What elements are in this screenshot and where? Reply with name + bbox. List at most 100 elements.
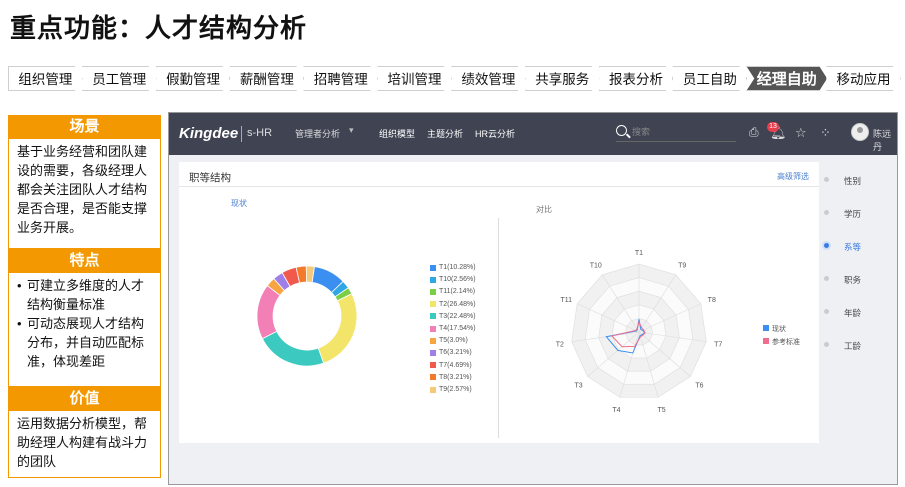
dimension-nav-item[interactable]: 职务 <box>824 274 894 307</box>
dimension-nav-label: 职务 <box>844 275 862 285</box>
radar-axis-label: T5 <box>657 407 665 414</box>
radar-chart: T1 T9 T8 T7 T6 T5 T4 T3 T2 T11 T10 现状参考标准 <box>556 250 800 414</box>
dimension-nav-label: 性别 <box>844 176 862 186</box>
legend-item[interactable]: T4(17.54%) <box>430 325 476 332</box>
current-subtitle: 现状 <box>231 199 247 208</box>
legend-item[interactable]: T3(22.48%) <box>430 313 476 320</box>
dimension-nav-label: 年龄 <box>844 308 862 318</box>
radar-legend-swatch <box>763 338 769 344</box>
radar-axis-label: T9 <box>678 263 686 270</box>
legend-swatch <box>430 386 436 393</box>
app-topbar: Kingdee s-HR 管理者分析 ▾ 组织模型 主题分析 HR云分析 搜索 … <box>169 113 897 155</box>
legend-swatch <box>430 288 436 295</box>
dot-icon <box>824 309 829 314</box>
legend-swatch <box>430 264 436 271</box>
tab-org-model[interactable]: 组织模型 <box>379 127 415 140</box>
radar-axis-label: T1 <box>635 250 643 257</box>
avatar[interactable] <box>851 123 869 141</box>
nav-item[interactable]: 共享服务 <box>525 66 600 91</box>
dimension-nav-item[interactable]: 学历 <box>824 208 894 241</box>
legend-item[interactable]: T10(2.56%) <box>430 276 476 283</box>
search-icon <box>616 125 627 136</box>
features-list: 可建立多维度的人才结构衡量标准 可动态展现人才结构分布，并自动匹配标准，体现差距 <box>8 273 161 387</box>
dot-icon <box>824 177 829 182</box>
legend-item[interactable]: T11(2.14%) <box>430 288 475 295</box>
radar-axis-label: T10 <box>590 263 602 270</box>
legend-swatch <box>430 362 436 369</box>
legend-swatch <box>430 349 436 356</box>
scene-header: 场景 <box>8 115 161 139</box>
legend-item[interactable]: T7(4.69%) <box>430 362 472 369</box>
legend-label: T2(26.48%) <box>439 300 476 308</box>
radar-legend-label[interactable]: 现状 <box>772 324 786 333</box>
legend-swatch <box>430 276 436 283</box>
donut-slice-t4[interactable] <box>256 285 281 340</box>
value-text: 运用数据分析模型，帮助经理人构建有战斗力的团队 <box>8 411 161 478</box>
card-title: 职等结构 <box>189 172 231 184</box>
legend-swatch <box>430 301 436 308</box>
nav-item[interactable]: 移动应用 <box>826 66 901 91</box>
donut-slice-t3[interactable] <box>261 330 325 367</box>
nav-item[interactable]: 招聘管理 <box>303 66 378 91</box>
apps-icon[interactable]: ⁘ <box>820 125 831 141</box>
dimension-nav-item[interactable]: 性别 <box>824 175 894 208</box>
dimension-nav-label: 系等 <box>844 242 862 252</box>
radar-legend-label[interactable]: 参考标准 <box>772 337 800 346</box>
tab-hr-cloud[interactable]: HR云分析 <box>475 127 515 140</box>
dot-icon <box>824 276 829 281</box>
user-name[interactable]: 陈远丹 <box>873 127 897 153</box>
radar-axis-label: T3 <box>574 382 582 389</box>
radar-axis-label: T4 <box>612 407 620 414</box>
radar-axis-label: T8 <box>708 297 716 304</box>
tab-topic-analysis[interactable]: 主题分析 <box>427 127 463 140</box>
legend-label: T1(10.28%) <box>439 264 476 271</box>
nav-item[interactable]: 报表分析 <box>599 66 674 91</box>
legend-item[interactable]: T8(3.21%) <box>430 374 472 381</box>
donut-slice-t2[interactable] <box>317 293 358 364</box>
document-icon[interactable]: ⎙ <box>749 125 759 140</box>
dimension-nav-item[interactable]: 工龄 <box>824 340 894 373</box>
nav-item[interactable]: 经理自助 <box>746 66 827 91</box>
chevron-down-icon[interactable]: ▾ <box>349 125 354 136</box>
legend-label: T5(3.0%) <box>439 337 468 345</box>
advanced-filter-link[interactable]: 高级筛选 <box>777 171 809 182</box>
search-input[interactable]: 搜索 <box>616 125 736 142</box>
legend-item[interactable]: T2(26.48%) <box>430 301 476 308</box>
nav-item[interactable]: 薪酬管理 <box>229 66 304 91</box>
legend-item[interactable]: T5(3.0%) <box>430 337 468 344</box>
legend-item[interactable]: T6(3.21%) <box>430 349 472 356</box>
app-tabs: 组织模型 主题分析 HR云分析 <box>379 127 515 140</box>
nav-item[interactable]: 绩效管理 <box>451 66 526 91</box>
legend-label: T11(2.14%) <box>439 288 476 296</box>
legend-swatch <box>430 337 436 344</box>
description-panel: 场景 基于业务经营和团队建设的需要，各级经理人都会关注团队人才结构是否合理，是否… <box>8 115 161 478</box>
dot-icon <box>824 210 829 215</box>
search-placeholder: 搜索 <box>632 127 651 137</box>
legend-item[interactable]: T9(2.57%) <box>430 386 472 393</box>
dimension-nav-item[interactable]: 系等 <box>824 241 894 274</box>
nav-item[interactable]: 员工自助 <box>672 66 747 91</box>
donut-chart <box>256 265 358 367</box>
notification-badge: 13 <box>767 122 779 132</box>
product-name: s-HR <box>247 127 273 139</box>
radar-axis-label: T2 <box>556 341 564 348</box>
nav-item[interactable]: 培训管理 <box>377 66 452 91</box>
dimension-nav-label: 学历 <box>844 209 862 219</box>
kingdee-logo: Kingdee <box>179 125 239 142</box>
star-icon[interactable]: ☆ <box>795 125 807 141</box>
dimension-nav-label: 工龄 <box>844 341 862 351</box>
legend-swatch <box>430 374 436 381</box>
legend-label: T7(4.69%) <box>439 361 472 369</box>
dimension-nav-item[interactable]: 年龄 <box>824 307 894 340</box>
dot-icon <box>824 342 829 347</box>
legend-item[interactable]: T1(10.28%) <box>430 264 476 271</box>
manager-analysis-menu[interactable]: 管理者分析 <box>295 127 340 140</box>
radar-axis-label: T11 <box>560 297 572 304</box>
nav-item[interactable]: 组织管理 <box>8 66 83 91</box>
app-screenshot: Kingdee s-HR 管理者分析 ▾ 组织模型 主题分析 HR云分析 搜索 … <box>168 112 898 485</box>
radar-axis-label: T6 <box>695 382 703 389</box>
value-header: 价值 <box>8 387 161 411</box>
nav-item[interactable]: 员工管理 <box>82 66 157 91</box>
feature-item: 可建立多维度的人才结构衡量标准 <box>17 276 154 314</box>
nav-item[interactable]: 假勤管理 <box>156 66 231 91</box>
